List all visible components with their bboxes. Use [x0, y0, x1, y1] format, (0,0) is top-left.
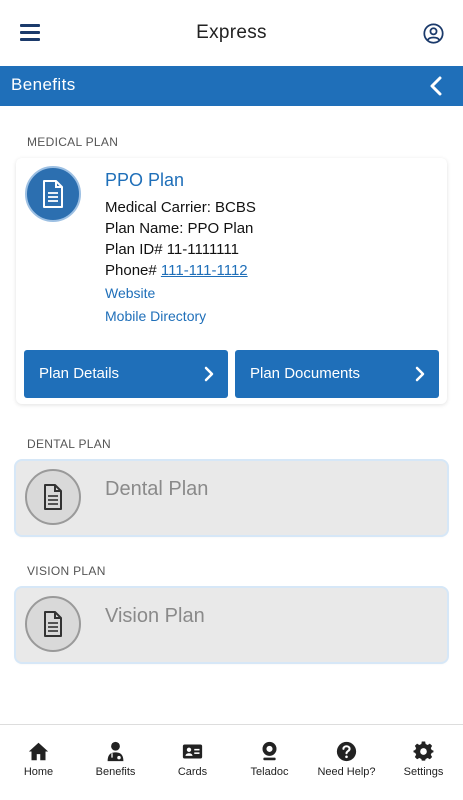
question-icon [336, 741, 357, 762]
nav-cards-label: Cards [177, 766, 208, 778]
nav-need-help-label: Need Help? [317, 766, 376, 778]
vision-plan-card[interactable]: Vision Plan [16, 588, 447, 662]
plan-title[interactable]: PPO Plan [105, 170, 184, 191]
document-icon [25, 469, 81, 525]
doctor-icon [107, 741, 124, 762]
nav-benefits-label: Benefits [95, 766, 136, 778]
home-icon [28, 742, 49, 761]
chevron-right-icon [415, 366, 425, 382]
nav-home-label: Home [23, 766, 54, 778]
benefits-content: MEDICAL PLAN PPO Plan Medical Carrier: B… [0, 106, 463, 724]
nav-settings-label: Settings [403, 766, 444, 778]
medical-carrier: Medical Carrier: BCBS [105, 199, 256, 216]
mobile-directory-link[interactable]: Mobile Directory [105, 308, 206, 324]
dental-plan-card[interactable]: Dental Plan [16, 461, 447, 535]
section-header-bar: Benefits [0, 66, 463, 106]
nav-settings[interactable]: Settings [385, 725, 462, 800]
vision-plan-label: VISION PLAN [27, 564, 106, 578]
plan-details-label: Plan Details [39, 365, 120, 382]
webcam-icon [262, 741, 277, 761]
plan-documents-button[interactable]: Plan Documents [235, 350, 439, 398]
medical-plan-card: PPO Plan Medical Carrier: BCBS Plan Name… [16, 158, 447, 404]
nav-cards[interactable]: Cards [154, 725, 231, 800]
document-icon [25, 596, 81, 652]
nav-need-help[interactable]: Need Help? [308, 725, 385, 800]
document-icon [25, 166, 81, 222]
nav-home[interactable]: Home [0, 725, 77, 800]
plan-name: Plan Name: PPO Plan [105, 220, 254, 237]
gear-icon [413, 741, 434, 761]
user-profile-icon[interactable] [423, 23, 444, 44]
dental-plan-title: Dental Plan [105, 478, 209, 500]
chevron-right-icon [204, 366, 214, 382]
dental-plan-label: DENTAL PLAN [27, 437, 111, 451]
plan-details-button[interactable]: Plan Details [24, 350, 228, 398]
app-title: Express [196, 22, 267, 43]
bottom-navigation: Home Benefits Cards Teladoc Need Help? S… [0, 724, 463, 800]
phone-link[interactable]: 111-111-1112 [161, 262, 248, 279]
vision-plan-title: Vision Plan [105, 605, 205, 627]
medical-plan-label: MEDICAL PLAN [27, 135, 119, 149]
id-card-icon [182, 744, 203, 759]
nav-benefits[interactable]: Benefits [77, 725, 154, 800]
plan-id: Plan ID# 11-1111111 [105, 241, 239, 258]
plan-documents-label: Plan Documents [250, 365, 361, 382]
phone-prefix: Phone# [105, 262, 161, 279]
back-chevron-icon[interactable] [429, 76, 443, 96]
nav-teladoc-label: Teladoc [250, 766, 289, 778]
website-link[interactable]: Website [105, 285, 155, 301]
top-app-bar: Express [0, 0, 463, 66]
section-title: Benefits [11, 75, 76, 94]
nav-teladoc[interactable]: Teladoc [231, 725, 308, 800]
phone-row: Phone# 111-111-1112 [105, 262, 248, 279]
